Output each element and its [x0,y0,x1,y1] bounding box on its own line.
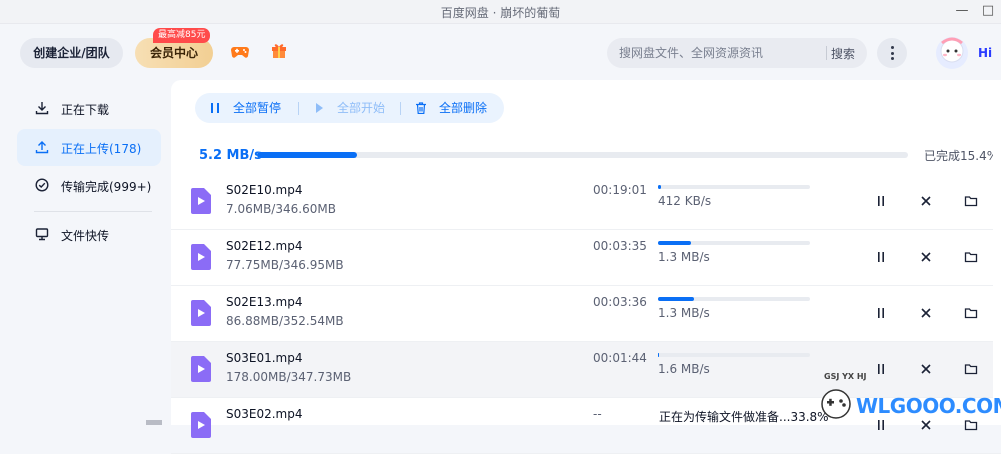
title-bar: 百度网盘 · 崩坏的葡萄 — □ [0,0,1001,24]
avatar[interactable] [930,34,974,72]
video-file-icon [191,356,211,382]
time-remaining: 00:01:44 [593,351,647,365]
search-box: 搜索 [607,38,867,68]
gamepad-icon[interactable] [230,41,250,61]
folder-icon[interactable] [964,250,978,264]
file-size: 7.06MB/346.60MB [226,202,336,216]
time-remaining: 00:19:01 [593,183,647,197]
sidebar-item-completed[interactable]: 传输完成(999+) [17,167,161,204]
create-enterprise-button[interactable]: 创建企业/团队 [20,38,123,68]
video-file-icon [191,412,211,438]
gamepad-logo-icon [821,389,851,419]
monitor-icon [35,228,49,241]
trash-icon [416,102,426,114]
vip-discount-badge: 最高减85元 [153,28,211,43]
video-file-icon [191,244,211,270]
file-name: S02E13.mp4 [226,295,303,309]
search-divider [826,46,827,60]
file-progress-bar [658,241,810,245]
pause-icon[interactable] [874,250,888,264]
close-icon[interactable] [919,250,933,264]
file-name: S02E12.mp4 [226,239,303,253]
greeting-text: Hi [978,46,993,60]
overall-progress-bar [257,152,908,158]
check-circle-icon [35,178,49,192]
time-remaining: 00:03:36 [593,295,647,309]
file-progress-bar [658,185,810,189]
file-name: S03E01.mp4 [226,351,303,365]
file-size: 86.88MB/352.54MB [226,314,344,328]
watermark-small-text: GSJ YX HJ [824,372,867,381]
transfer-status: 正在为传输文件做准备...33.8% [659,410,829,424]
play-icon [316,103,323,113]
file-progress-fill [658,241,692,245]
maximize-button[interactable]: □ [978,3,998,18]
transfer-toolbar: 全部暂停 全部开始 全部删除 [195,93,504,123]
close-icon[interactable] [919,306,933,320]
watermark-text: WLGOOO.COM [856,394,1001,418]
transfer-speed: 412 KB/s [658,194,712,208]
table-row[interactable]: S02E10.mp4 7.06MB/346.60MB 00:19:01 412 KB/… [171,174,1001,230]
folder-icon[interactable] [964,194,978,208]
sidebar: 正在下载 正在上传(178) 传输完成(999+) 文件快传 [0,80,171,425]
pause-all-label: 全部暂停 [233,101,282,115]
video-file-icon [191,300,211,326]
start-all-label: 全部开始 [337,101,386,115]
file-size: 77.75MB/346.95MB [226,258,344,272]
sidebar-item-quick-transfer[interactable]: 文件快传 [17,216,161,253]
file-progress-fill [658,185,662,189]
sidebar-item-downloading[interactable]: 正在下载 [17,90,161,127]
download-icon [35,102,49,115]
table-row[interactable]: S02E13.mp4 86.88MB/352.54MB 00:03:36 1.3 MB… [171,286,1001,342]
sidebar-item-label: 正在下载 [61,103,110,117]
watermark: GSJ YX HJ WLGOOO.COM [812,372,1001,425]
table-row[interactable]: S02E12.mp4 77.75MB/346.95MB 00:03:35 1.3 MB… [171,230,1001,286]
file-progress-fill [658,353,659,357]
transfer-speed: 1.3 MB/s [658,250,710,264]
folder-icon[interactable] [964,306,978,320]
file-size: 178.00MB/347.73MB [226,370,352,384]
delete-all-label: 全部删除 [439,101,488,115]
top-header: 创建企业/团队 会员中心 最高减85元 搜索 Hi [0,24,1001,80]
sidebar-scrollbar[interactable] [146,420,162,425]
search-button[interactable]: 搜索 [831,45,855,62]
overall-speed: 5.2 MB/s [199,148,262,163]
window-title: 百度网盘 · 崩坏的葡萄 [440,6,561,20]
video-file-icon [191,188,211,214]
completion-text: 已完成15.4% [924,149,999,163]
minimize-button[interactable]: — [952,3,972,18]
sidebar-item-label: 传输完成(999+) [61,180,152,194]
file-progress-bar [658,297,810,301]
file-progress-fill [658,297,695,301]
time-remaining: 00:03:35 [593,239,647,253]
file-name: S03E02.mp4 [226,407,303,421]
pause-icon[interactable] [874,306,888,320]
sidebar-item-label: 文件快传 [61,229,110,243]
transfer-speed: 1.6 MB/s [658,362,710,376]
overall-progress-fill [257,152,358,158]
file-progress-bar [658,353,810,357]
close-icon[interactable] [919,194,933,208]
pause-icon[interactable] [874,194,888,208]
sidebar-item-uploading[interactable]: 正在上传(178) [17,129,161,166]
transfer-speed: 1.3 MB/s [658,306,710,320]
more-options-button[interactable] [877,38,907,68]
upload-icon [35,141,49,154]
file-name: S02E10.mp4 [226,183,303,197]
gift-icon[interactable] [270,41,288,59]
sidebar-item-label: 正在上传(178) [61,142,142,156]
time-remaining: -- [593,407,602,421]
pause-icon [211,103,219,113]
search-input[interactable] [619,45,819,61]
sidebar-divider [34,211,152,212]
